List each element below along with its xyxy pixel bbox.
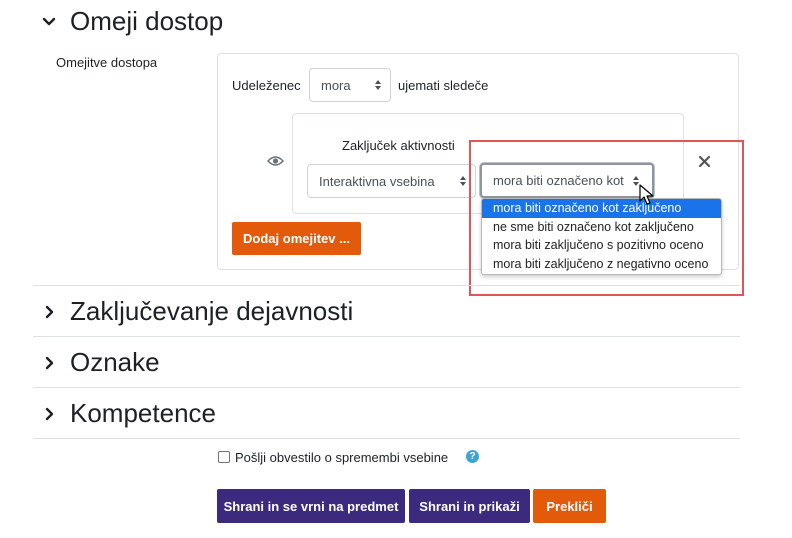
delete-condition-icon[interactable] — [698, 155, 711, 168]
match-text: ujemati sledeče — [398, 78, 489, 93]
activity-select-value: Interaktivna vsebina — [319, 173, 435, 189]
chevron-down-icon — [42, 17, 56, 25]
select-arrows-icon — [375, 80, 381, 90]
section-header-activity-completion[interactable]: Zaključevanje dejavnosti — [40, 296, 353, 327]
section-header-competencies[interactable]: Kompetence — [40, 398, 216, 429]
section-header-tags[interactable]: Oznake — [40, 347, 160, 378]
eye-icon[interactable] — [267, 155, 284, 167]
section-title-competencies: Kompetence — [70, 398, 216, 428]
chevron-right-icon — [45, 305, 54, 318]
help-icon[interactable]: ? — [466, 450, 479, 463]
section-divider — [33, 387, 740, 388]
section-divider — [33, 285, 740, 286]
restrict-access-label: Omejitve dostopa — [56, 55, 158, 70]
dropdown-option[interactable]: mora biti zaključeno z negativno oceno — [482, 255, 721, 274]
save-and-return-button[interactable]: Shrani in se vrni na predmet — [217, 489, 405, 523]
save-and-display-button[interactable]: Shrani in prikaži — [409, 489, 530, 523]
notify-checkbox[interactable] — [218, 451, 230, 463]
chevron-right-icon — [45, 356, 54, 369]
dropdown-option[interactable]: ne sme biti označeno kot zaključeno — [482, 218, 721, 237]
condition-type-label: Zaključek aktivnosti — [342, 138, 455, 153]
must-select[interactable]: mora — [309, 68, 391, 102]
chevron-right-icon — [45, 407, 54, 420]
completion-status-select[interactable]: mora biti označeno kot zaključeno — [480, 163, 654, 198]
must-select-value: mora — [321, 77, 351, 93]
mouse-cursor-icon — [639, 184, 654, 205]
activity-select[interactable]: Interaktivna vsebina — [307, 164, 476, 198]
add-restriction-button[interactable]: Dodaj omejitev ... — [232, 222, 361, 255]
student-label: Udeleženec — [232, 78, 301, 93]
section-divider — [33, 438, 740, 439]
section-header-restrict-access[interactable]: Omeji dostop — [40, 6, 223, 37]
section-title-activity-completion: Zaključevanje dejavnosti — [70, 296, 354, 326]
section-title-restrict-access: Omeji dostop — [70, 6, 224, 36]
select-arrows-icon — [460, 176, 466, 186]
section-divider — [33, 336, 740, 337]
completion-status-dropdown[interactable]: mora biti označeno kot zaključeno ne sme… — [481, 198, 722, 275]
dropdown-option[interactable]: mora biti označeno kot zaključeno — [482, 199, 721, 218]
section-title-tags: Oznake — [70, 347, 160, 377]
cancel-button[interactable]: Prekliči — [533, 489, 606, 523]
notify-label: Pošlji obvestilo o spremembi vsebine — [235, 450, 449, 465]
completion-status-select-value: mora biti označeno kot zaključeno — [493, 173, 626, 188]
dropdown-option[interactable]: mora biti zaključeno s pozitivno oceno — [482, 236, 721, 255]
